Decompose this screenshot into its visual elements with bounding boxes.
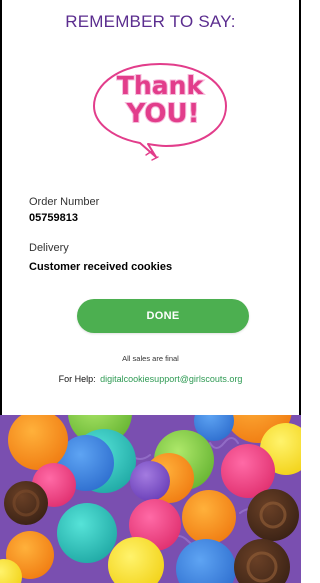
you-text: YOU! <box>126 99 200 129</box>
thank-text: Thank <box>117 71 205 100</box>
order-number-label: Order Number <box>29 196 100 208</box>
help-line: For Help: digitalcookiesupport@girlscout… <box>0 374 301 384</box>
delivery-status-value: Customer received cookies <box>29 261 173 273</box>
done-button[interactable]: DONE <box>77 299 249 333</box>
help-email-link[interactable]: digitalcookiesupport@girlscouts.org <box>100 374 242 384</box>
page-title: REMEMBER TO SAY: <box>65 12 236 31</box>
sales-final-note: All sales are final <box>122 354 179 363</box>
thank-you-speech-bubble-icon: Thank YOU! <box>93 63 227 161</box>
help-label: For Help: <box>58 374 96 384</box>
cookie-pattern-image <box>0 415 301 583</box>
delivery-label: Delivery <box>29 242 69 254</box>
order-number-value: 05759813 <box>29 212 78 224</box>
thank-you-screen: REMEMBER TO SAY: Thank YOU! Order Number… <box>0 0 301 583</box>
